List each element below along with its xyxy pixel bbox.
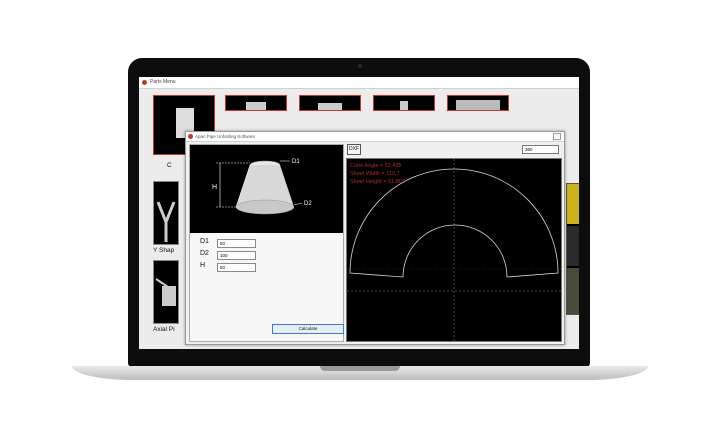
part-thumbnail-3[interactable] bbox=[299, 95, 361, 111]
cone-angle-result: Cone Angle = 63,435 bbox=[350, 163, 402, 169]
parts-menu-titlebar: Parts Menu bbox=[139, 77, 579, 89]
part-2-icon bbox=[246, 102, 266, 110]
param-label-d1: D1 bbox=[200, 238, 209, 245]
part-thumbnail-y-shape[interactable] bbox=[153, 181, 179, 245]
h-label: H bbox=[212, 184, 217, 191]
d1-input[interactable]: 50 bbox=[217, 239, 256, 248]
d2-label: D2 bbox=[304, 201, 312, 207]
dialog-close-button[interactable]: □ bbox=[553, 133, 561, 140]
part-3-icon bbox=[318, 103, 342, 110]
part-thumbnail-5[interactable] bbox=[447, 95, 509, 111]
preview-image-icon bbox=[567, 184, 579, 314]
y-shape-part-icon bbox=[156, 201, 176, 242]
cone-illustration: D1 H D2 bbox=[212, 159, 312, 215]
unfolding-dialog: Apan Pipe Unfolding Software □ D1 H D2 D… bbox=[185, 131, 565, 345]
param-label-d2: D2 bbox=[200, 250, 209, 257]
part-4-icon bbox=[400, 101, 408, 110]
cone-diagram: D1 H D2 bbox=[190, 145, 343, 233]
laptop-lid: Parts Menu C Y Shap Axial Pi Apan Pipe U… bbox=[128, 58, 590, 367]
d1-label: D1 bbox=[292, 159, 300, 165]
part-label-axial-pipe: Axial Pi bbox=[153, 326, 175, 333]
calculate-button[interactable]: Calculate bbox=[272, 324, 344, 334]
angle-input[interactable]: 360 bbox=[522, 145, 559, 154]
dxf-export-button[interactable]: DXF bbox=[347, 144, 361, 155]
axial-pipe-part-icon bbox=[155, 278, 176, 306]
dialog-logo-icon bbox=[188, 134, 193, 139]
right-thumbnail-strip[interactable] bbox=[566, 183, 579, 315]
parameter-panel: D1 H D2 D1 50 D2 100 H 50 Calculate bbox=[189, 144, 344, 342]
sheet-height-result: Sheet Height = 51,803 bbox=[350, 179, 405, 185]
part-label-1: C bbox=[167, 162, 172, 169]
part-thumbnail-4[interactable] bbox=[373, 95, 435, 111]
unfolding-canvas: Cone Angle = 63,435 Sheet Width = 110,7 … bbox=[346, 158, 562, 342]
part-5-icon bbox=[456, 100, 500, 110]
laptop-notch bbox=[320, 366, 400, 371]
camera-icon bbox=[358, 64, 362, 68]
d2-input[interactable]: 100 bbox=[217, 251, 256, 260]
laptop-screen: Parts Menu C Y Shap Axial Pi Apan Pipe U… bbox=[139, 77, 579, 349]
part-label-y-shape: Y Shap bbox=[153, 247, 175, 254]
app-logo-icon bbox=[142, 80, 147, 85]
unfolded-sheet-drawing bbox=[347, 159, 561, 341]
h-input[interactable]: 50 bbox=[217, 263, 256, 272]
dialog-title: Apan Pipe Unfolding Software bbox=[195, 134, 256, 139]
part-thumbnail-2[interactable] bbox=[225, 95, 287, 111]
dialog-titlebar: Apan Pipe Unfolding Software □ bbox=[186, 132, 564, 142]
sheet-width-result: Sheet Width = 110,7 bbox=[350, 171, 400, 177]
part-thumbnail-axial-pipe[interactable] bbox=[153, 260, 179, 324]
window-title: Parts Menu bbox=[150, 79, 176, 85]
param-label-h: H bbox=[200, 262, 206, 269]
